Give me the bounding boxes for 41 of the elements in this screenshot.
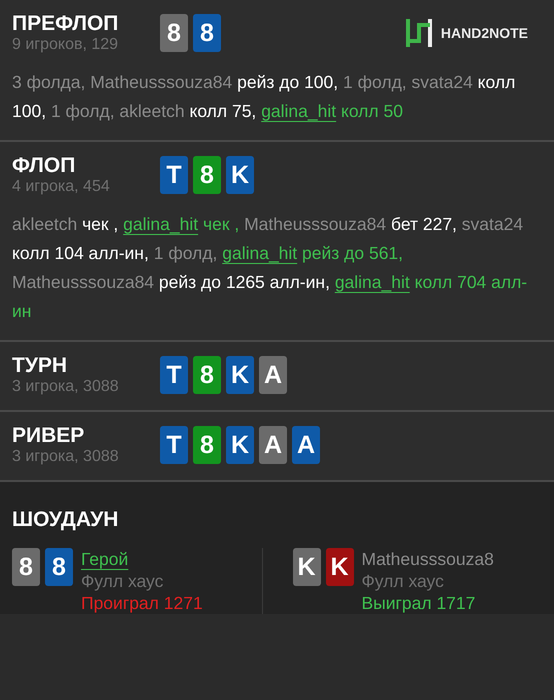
playing-card: 8 — [160, 14, 188, 52]
playing-card: 8 — [12, 548, 40, 586]
playing-card: K — [292, 548, 320, 586]
playing-card: T — [160, 426, 188, 464]
player-link[interactable]: galina_hit — [261, 101, 336, 121]
street-title: ФЛОП — [12, 154, 76, 178]
street-summary: 3 игрока, 3088 — [12, 378, 120, 396]
player-link[interactable]: galina_hit — [123, 214, 198, 234]
playing-card: 8 — [45, 548, 73, 586]
street-summary: 4 игрока, 454 — [12, 178, 111, 196]
playing-card: A — [259, 426, 287, 464]
street-summary: 9 игроков, 129 — [12, 36, 120, 54]
playing-card: K — [226, 426, 254, 464]
playing-card: A — [259, 356, 287, 394]
playing-card: K — [226, 356, 254, 394]
logo-text: HAND2NOTE — [440, 25, 528, 41]
playing-card: A — [292, 426, 320, 464]
player-name: Matheusssouza8 — [362, 548, 494, 570]
action-log: akleetch чек , galina_hit чек , Matheusssouza84 бет 227, svata24 колл 104 алл-ин, 1 фолд, galina_hit рейз до 561, Matheusssouza84 рейз до 1265 алл-ин, galina_hit колл 704 алл-ин — [12, 213, 528, 323]
street-summary: 3 игрока, 3088 — [12, 448, 120, 466]
street-title: ПРЕФЛОП — [12, 12, 120, 36]
result-text: Проиграл 1271 — [81, 592, 203, 614]
action-log: 3 фолда, Matheusssouza84 рейз до 100, 1 фолд, svata24 колл 100, 1 фолд, akleetch колл 75, galina_hit колл 50 — [12, 71, 516, 123]
playing-card: T — [160, 356, 188, 394]
section-title: ШОУДАУН — [12, 508, 120, 532]
playing-card: 8 — [193, 14, 221, 52]
hand-rank: Фулл хаус — [81, 570, 164, 592]
player-link[interactable]: galina_hit — [334, 272, 410, 292]
playing-card: K — [326, 548, 354, 586]
player-link[interactable]: galina_hit — [222, 243, 298, 263]
playing-card: 8 — [193, 426, 221, 464]
playing-card: K — [226, 156, 254, 194]
hand-rank: Фулл хаус — [362, 570, 445, 592]
player-link[interactable]: Герой — [81, 548, 203, 570]
playing-card: T — [160, 156, 188, 194]
result-text: Выиграл 1717 — [362, 592, 476, 614]
street-title: ТУРН — [12, 354, 68, 378]
playing-card: 8 — [193, 356, 221, 394]
street-title: РИВЕР — [12, 424, 86, 448]
playing-card: 8 — [193, 156, 221, 194]
logo-icon — [404, 19, 433, 47]
